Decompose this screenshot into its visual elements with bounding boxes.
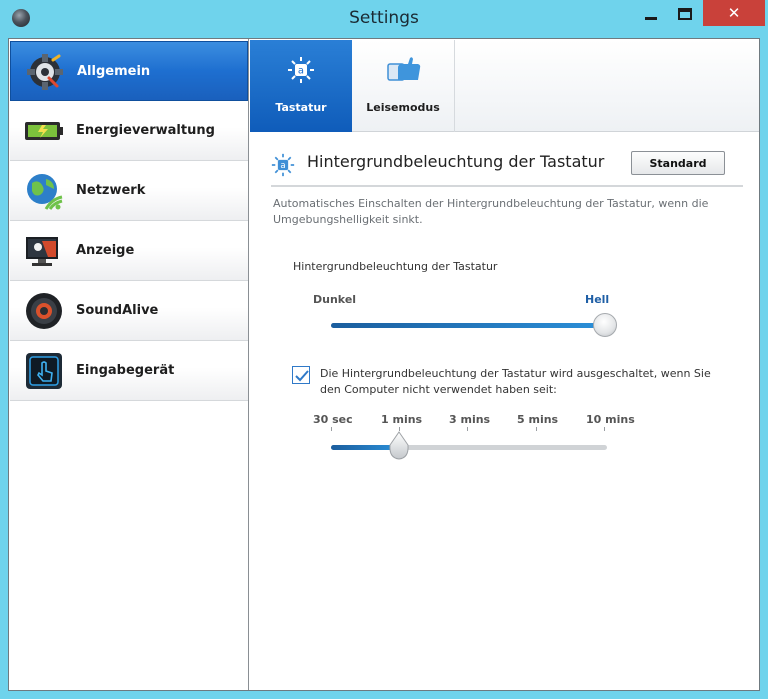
touch-input-icon <box>26 353 62 389</box>
sidebar-item-allgemein[interactable]: Allgemein <box>10 41 248 101</box>
timeout-tick <box>331 427 332 431</box>
speaker-icon <box>26 293 62 329</box>
sidebar-item-soundalive[interactable]: SoundAlive <box>10 281 248 341</box>
timeout-option-label: 30 sec <box>313 413 353 426</box>
tab-separator <box>454 40 455 132</box>
timeout-option-label: 1 mins <box>381 413 423 426</box>
close-button[interactable]: ✕ <box>703 0 765 26</box>
window-client: Allgemein Energieverwaltung Netzwerk Anz… <box>8 38 760 691</box>
timeout-tick <box>536 427 537 431</box>
keyboard-backlight-icon: a <box>288 57 314 83</box>
timeout-option-label: 3 mins <box>449 413 491 426</box>
brightness-max-label: Hell <box>585 293 610 306</box>
standard-button[interactable]: Standard <box>631 151 725 175</box>
maximize-icon <box>678 8 692 20</box>
timeout-option-label: 5 mins <box>517 413 559 426</box>
title-bar: Settings ✕ <box>0 0 768 38</box>
close-icon: ✕ <box>727 4 741 22</box>
brightness-slider-thumb[interactable] <box>593 313 617 337</box>
sidebar-item-label: Anzeige <box>76 243 135 258</box>
tab-bar: a Tastatur Leisemodus <box>250 40 759 132</box>
tab-label: Leisemodus <box>366 101 440 114</box>
timeout-slider[interactable] <box>331 427 611 463</box>
sidebar-item-energieverwaltung[interactable]: Energieverwaltung <box>10 101 248 161</box>
sidebar-item-label: SoundAlive <box>76 303 159 318</box>
keyboard-backlight-icon: a <box>271 153 295 177</box>
minimize-icon <box>645 16 657 20</box>
svg-text:a: a <box>280 161 285 171</box>
battery-icon <box>25 122 63 140</box>
tab-label: Tastatur <box>275 101 327 114</box>
sidebar-item-label: Allgemein <box>77 63 151 79</box>
tab-tastatur[interactable]: a Tastatur <box>250 40 352 132</box>
sidebar-item-netzwerk[interactable]: Netzwerk <box>10 161 248 221</box>
sidebar-item-label: Eingabegerät <box>76 363 175 378</box>
maximize-button[interactable] <box>670 0 700 28</box>
globe-network-icon <box>27 174 63 210</box>
brightness-fill <box>331 323 603 328</box>
timeout-tick <box>604 427 605 431</box>
brightness-slider-label: Hintergrundbeleuchtung der Tastatur <box>293 260 498 273</box>
timeout-tick <box>467 427 468 431</box>
timeout-option-label: 10 mins <box>586 413 635 426</box>
tab-leisemodus[interactable]: Leisemodus <box>352 40 454 132</box>
silent-mode-hand-icon <box>387 57 421 81</box>
brightness-min-label: Dunkel <box>313 293 357 306</box>
backlight-timeout-checkbox[interactable] <box>292 366 310 384</box>
brightness-slider[interactable] <box>331 313 617 337</box>
checkmark-icon <box>295 370 309 382</box>
section-header: a Hintergrundbeleuchtung der Tastatur St… <box>271 149 743 187</box>
section-description: Automatisches Einschalten der Hintergrun… <box>273 197 709 226</box>
sidebar-item-anzeige[interactable]: Anzeige <box>10 221 248 281</box>
section-title: Hintergrundbeleuchtung der Tastatur <box>307 152 605 171</box>
minimize-button[interactable] <box>636 0 666 28</box>
svg-text:a: a <box>298 66 304 77</box>
sidebar-item-eingabegeraet[interactable]: Eingabegerät <box>10 341 248 401</box>
timeout-slider-thumb[interactable] <box>388 431 410 461</box>
backlight-timeout-text: Die Hintergrundbeleuchtung der Tastatur … <box>320 367 711 396</box>
sidebar: Allgemein Energieverwaltung Netzwerk Anz… <box>9 39 249 690</box>
settings-gear-icon <box>27 54 63 90</box>
sidebar-item-label: Energieverwaltung <box>76 123 215 138</box>
sidebar-item-label: Netzwerk <box>76 183 146 198</box>
display-brightness-icon <box>26 237 58 266</box>
